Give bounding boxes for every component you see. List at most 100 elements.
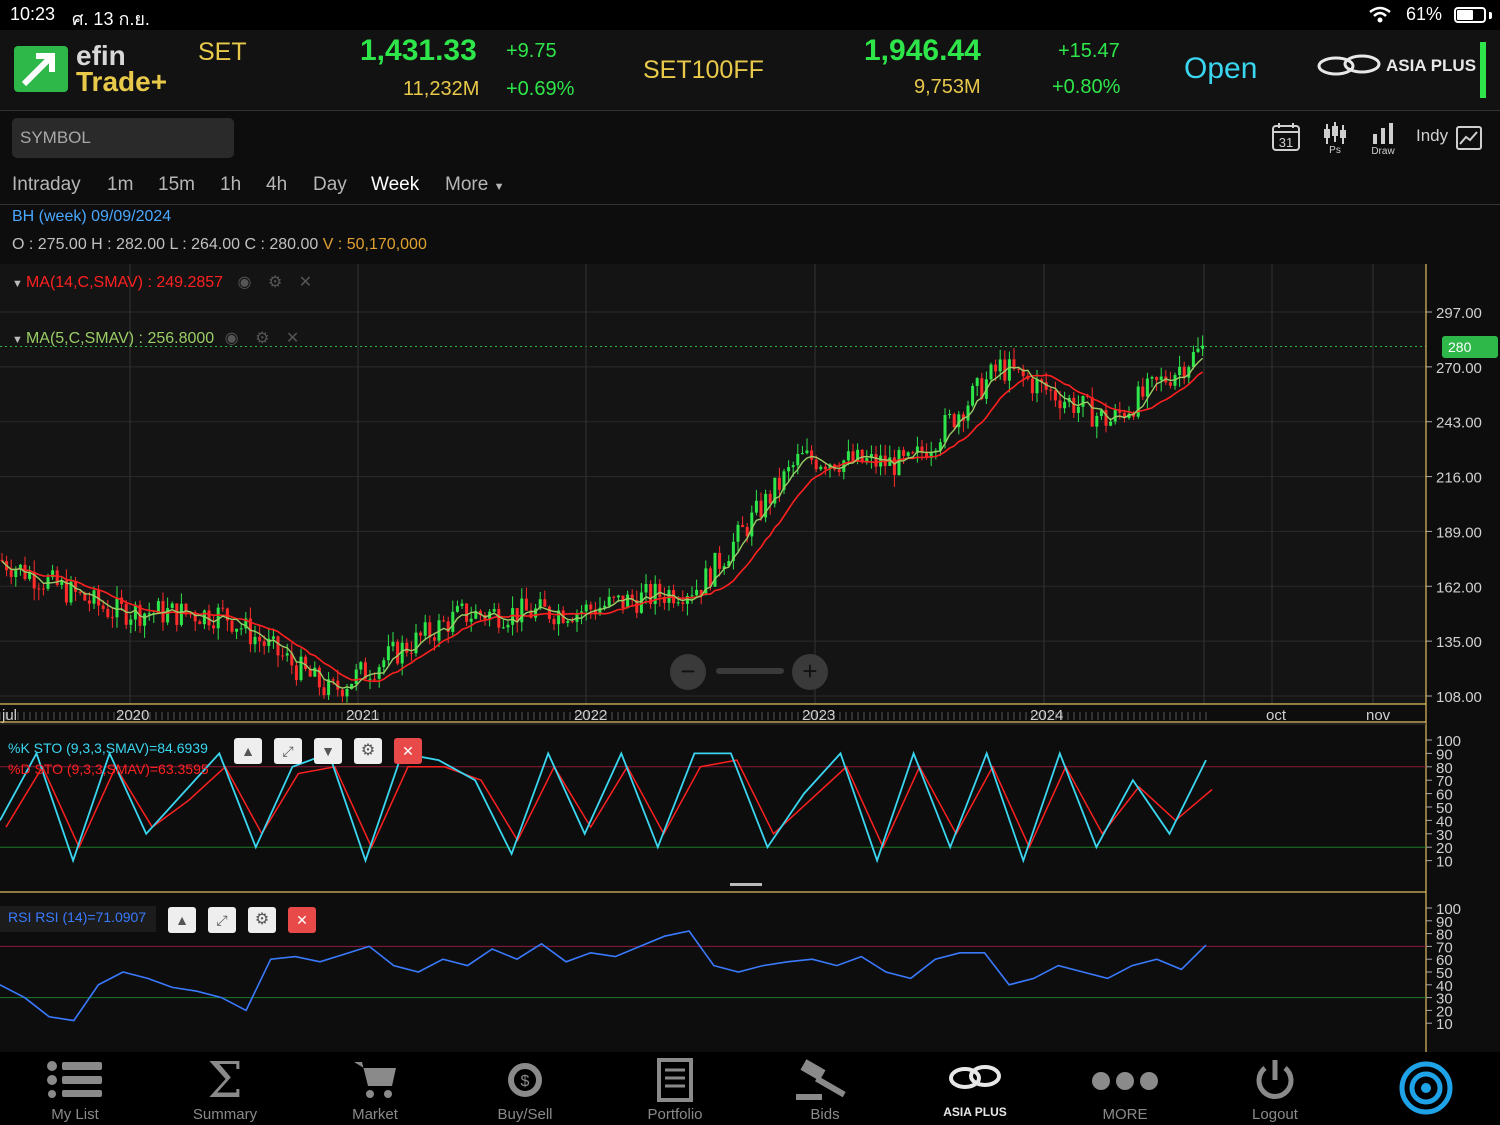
- expand-button[interactable]: ⤢: [208, 907, 236, 933]
- market-header: efin Trade+ SET 1,431.33 +9.75 11,232M +…: [0, 30, 1500, 111]
- close-icon[interactable]: ✕: [299, 274, 312, 291]
- candle-body: [658, 583, 662, 597]
- nav-my-list[interactable]: My List: [0, 1052, 150, 1125]
- candle-body: [455, 605, 459, 612]
- candle-body: [690, 595, 694, 597]
- gear-icon[interactable]: ⚙: [268, 274, 282, 291]
- price-y-tick-label: 270.00: [1436, 360, 1482, 377]
- candle-body: [106, 608, 110, 618]
- draw-button[interactable]: Draw: [1368, 122, 1398, 157]
- arrow-down-icon: ▼: [321, 743, 335, 759]
- nav-bids[interactable]: Bids: [750, 1052, 900, 1125]
- rsi-legend: RSI RSI (14)=71.0907: [0, 906, 156, 932]
- settings-button[interactable]: ⚙: [354, 738, 382, 764]
- nav-summary[interactable]: Σ Summary: [150, 1052, 300, 1125]
- candle-body: [741, 524, 745, 528]
- nav-market[interactable]: Market: [300, 1052, 450, 1125]
- nav-logout[interactable]: Logout: [1200, 1052, 1350, 1125]
- timeframe-intraday[interactable]: Intraday: [12, 174, 81, 196]
- timeframe-day[interactable]: Day: [313, 174, 347, 196]
- eye-icon[interactable]: ◉: [238, 274, 252, 291]
- nav-buy-sell[interactable]: $ Buy/Sell: [450, 1052, 600, 1125]
- timeframe-week[interactable]: Week: [371, 174, 419, 196]
- candle-body: [469, 618, 473, 622]
- close-icon[interactable]: ✕: [286, 330, 299, 347]
- nav-asia-plus[interactable]: ASIA PLUS: [900, 1052, 1050, 1125]
- status-bar: 10:23 ศ. 13 ก.ย. 61%: [0, 0, 1500, 30]
- more-label: More: [445, 174, 489, 195]
- set100ff-change: +15.47: [1058, 40, 1120, 62]
- candle-body: [1201, 345, 1205, 349]
- candle-body: [777, 477, 781, 490]
- candle-body: [230, 620, 234, 632]
- candle-body: [612, 596, 616, 598]
- set-index-label[interactable]: SET: [198, 38, 247, 67]
- set-volume: 11,232M: [403, 78, 480, 100]
- ma5-legend[interactable]: ▼ MA(5,C,SMAV) : 256.8000 ◉ ⚙ ✕: [12, 328, 299, 348]
- price-y-tick-label: 108.00: [1436, 689, 1482, 706]
- candle-body: [911, 452, 915, 454]
- assistant-button[interactable]: [1398, 1060, 1454, 1116]
- symbol-input[interactable]: SYMBOL: [12, 118, 234, 158]
- zoom-slider[interactable]: [716, 668, 784, 674]
- calendar-button[interactable]: 31: [1270, 122, 1302, 154]
- move-up-button[interactable]: ▲: [234, 738, 262, 764]
- candle-body: [589, 604, 593, 610]
- candle-body: [409, 652, 413, 654]
- indicator-button[interactable]: Indy: [1416, 126, 1486, 152]
- candle-body: [1168, 382, 1172, 386]
- candle-body: [874, 454, 878, 467]
- candle-body: [258, 636, 262, 642]
- candle-body: [253, 636, 257, 645]
- candle-body: [1141, 386, 1145, 397]
- candle-body: [41, 588, 45, 590]
- timeframe-1h[interactable]: 1h: [220, 174, 241, 196]
- candle-body: [175, 603, 179, 625]
- candle-body: [14, 569, 18, 578]
- timeframe-1m[interactable]: 1m: [107, 174, 133, 196]
- market-status: Open: [1184, 52, 1258, 85]
- candle-body: [179, 603, 183, 625]
- eye-icon[interactable]: ◉: [225, 330, 239, 347]
- spiral-icon: [1399, 1061, 1453, 1115]
- expand-button[interactable]: ⤢: [274, 738, 302, 764]
- candle-body: [396, 641, 400, 664]
- zoom-out-button[interactable]: −: [670, 654, 706, 690]
- set100ff-label[interactable]: SET100FF: [643, 56, 764, 85]
- price-y-tick-label: 216.00: [1436, 470, 1482, 487]
- zoom-in-button[interactable]: +: [792, 654, 828, 690]
- remove-indicator-button[interactable]: ✕: [288, 907, 316, 933]
- candle-body: [837, 469, 841, 472]
- candle-body: [607, 596, 611, 606]
- sigma-icon: Σ: [207, 1051, 243, 1109]
- candle-body: [570, 621, 574, 623]
- remove-indicator-button[interactable]: ✕: [394, 738, 422, 764]
- nav-portfolio[interactable]: Portfolio: [600, 1052, 750, 1125]
- move-down-button[interactable]: ▼: [314, 738, 342, 764]
- exchange-icon: $: [508, 1063, 542, 1097]
- candle-body: [989, 364, 993, 380]
- candle-body: [1095, 415, 1099, 427]
- nav-label: Portfolio: [647, 1106, 703, 1123]
- timeframe-4h[interactable]: 4h: [266, 174, 287, 196]
- ma14-legend[interactable]: ▼ MA(14,C,SMAV) : 249.2857 ◉ ⚙ ✕: [12, 272, 312, 292]
- timeframe-more[interactable]: More ▼: [445, 174, 504, 196]
- settings-button[interactable]: ⚙: [248, 907, 276, 933]
- nav-label: Buy/Sell: [497, 1106, 553, 1123]
- move-up-button[interactable]: ▲: [168, 907, 196, 933]
- candle-body: [1072, 397, 1076, 413]
- price-style-button[interactable]: Ps: [1322, 122, 1348, 156]
- timeframe-15m[interactable]: 15m: [158, 174, 195, 196]
- set100ff-percent-change: +0.80%: [1052, 76, 1121, 98]
- gear-icon[interactable]: ⚙: [255, 330, 269, 347]
- ps-label: Ps: [1329, 145, 1341, 156]
- candle-body: [823, 466, 827, 470]
- candle-body: [994, 364, 998, 372]
- candle-body: [616, 595, 620, 598]
- candle-body: [313, 667, 317, 677]
- candle-body: [897, 450, 901, 476]
- candle-body: [239, 628, 243, 630]
- candle-body: [304, 656, 308, 669]
- gavel-icon: [796, 1059, 846, 1100]
- nav-more[interactable]: MORE: [1050, 1052, 1200, 1125]
